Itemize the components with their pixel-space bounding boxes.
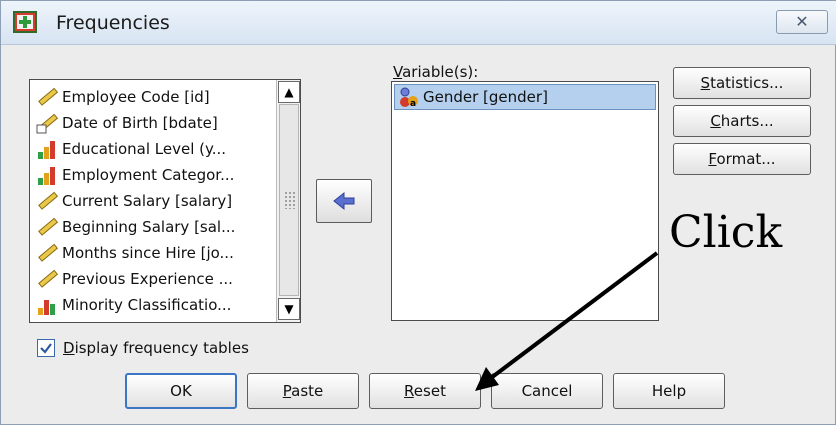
display-frequency-tables-checkbox[interactable]: Display frequency tables [37, 339, 249, 357]
left-arrow-icon [333, 191, 355, 211]
list-item-label: Educational Level (y... [62, 140, 227, 158]
list-item[interactable]: Employment Categor... [36, 162, 234, 188]
list-item-label: Date of Birth [bdate] [62, 114, 218, 132]
close-button[interactable]: ✕ [776, 10, 828, 34]
ordinal-bar-icon [38, 141, 55, 159]
list-item-label: Months since Hire [jo... [62, 244, 234, 262]
grip-icon [284, 191, 296, 209]
list-item[interactable]: Educational Level (y... [36, 136, 226, 162]
nominal-bar-icon [38, 300, 55, 315]
frequencies-dialog: Frequencies ✕ Employee Code [id] Date of… [0, 0, 836, 425]
arrow-up-icon: ▲ [284, 85, 294, 99]
scale-ruler-icon [38, 191, 58, 210]
list-item-label: Previous Experience ... [62, 270, 233, 288]
cancel-button[interactable]: Cancel [491, 373, 603, 409]
list-item-label: Minority Classificatio... [62, 296, 232, 314]
ordinal-bar-icon [38, 167, 55, 185]
list-item-label: Beginning Salary [sal... [62, 218, 236, 236]
scroll-up-button[interactable]: ▲ [278, 81, 300, 103]
list-item-label: Employee Code [id] [62, 88, 210, 106]
help-button[interactable]: Help [613, 373, 725, 409]
frequencies-app-icon [13, 11, 37, 33]
source-variable-list[interactable]: Employee Code [id] Date of Birth [bdate]… [29, 79, 301, 323]
svg-text:a: a [410, 99, 416, 108]
arrow-down-icon: ▼ [284, 302, 294, 316]
scroll-down-button[interactable]: ▼ [278, 298, 300, 320]
click-annotation: Click [669, 207, 783, 258]
list-item[interactable]: Months since Hire [jo... [36, 240, 234, 266]
variables-label: Variable(s): [393, 63, 479, 81]
statistics-button[interactable]: Statistics... [673, 67, 811, 99]
list-item[interactable]: Minority Classificatio... [36, 292, 231, 318]
scale-ruler-icon [38, 87, 58, 106]
list-item[interactable]: Beginning Salary [sal... [36, 214, 235, 240]
checkmark-icon [40, 343, 52, 354]
format-button[interactable]: Format... [673, 143, 811, 175]
list-item[interactable]: a Gender [gender] [394, 84, 656, 110]
window-title: Frequencies [56, 12, 170, 34]
date-ruler-icon [36, 113, 58, 134]
list-item[interactable]: Current Salary [salary] [36, 188, 232, 214]
scroll-thumb[interactable] [279, 104, 299, 296]
nominal-people-icon: a [400, 87, 418, 108]
checkbox-label: Display frequency tables [63, 339, 249, 357]
variables-list[interactable]: a Gender [gender] [391, 81, 659, 321]
close-icon: ✕ [795, 12, 809, 31]
charts-button[interactable]: Charts... [673, 105, 811, 137]
scale-ruler-icon [38, 243, 58, 262]
list-item-label: Current Salary [salary] [62, 192, 233, 210]
source-list-scrollbar[interactable]: ▲ ▼ [276, 80, 300, 322]
move-variable-button[interactable] [316, 179, 372, 223]
scale-ruler-icon [38, 217, 58, 236]
paste-button[interactable]: Paste [247, 373, 359, 409]
reset-button[interactable]: Reset [369, 373, 481, 409]
title-bar: Frequencies ✕ [1, 1, 836, 45]
scale-ruler-icon [38, 269, 58, 288]
list-item-label: Employment Categor... [62, 166, 235, 184]
list-item[interactable]: Previous Experience ... [36, 266, 233, 292]
list-item[interactable]: Date of Birth [bdate] [36, 110, 218, 136]
list-item-label: Gender [gender] [423, 88, 548, 106]
list-item[interactable]: Employee Code [id] [36, 84, 210, 110]
checkbox[interactable] [37, 339, 55, 357]
ok-button[interactable]: OK [125, 373, 237, 409]
